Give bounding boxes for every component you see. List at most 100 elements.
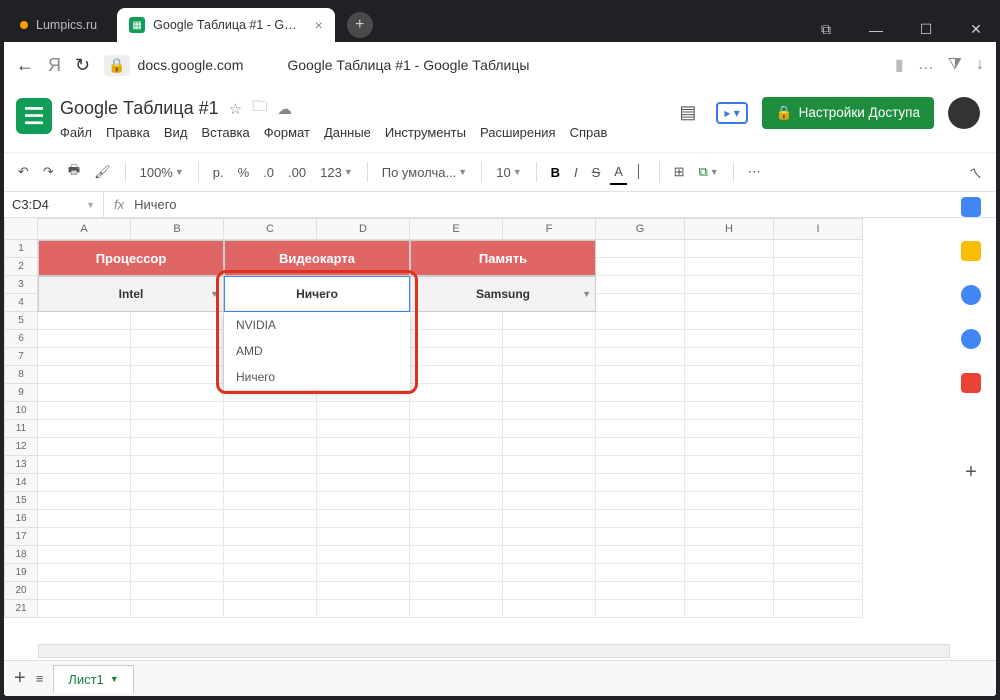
cell[interactable]	[503, 438, 596, 456]
sheet-menu-icon[interactable]: ▼	[110, 674, 119, 684]
cell[interactable]	[131, 384, 224, 402]
menu-tools[interactable]: Инструменты	[385, 125, 466, 140]
cell[interactable]	[131, 474, 224, 492]
cell[interactable]	[224, 402, 317, 420]
cell[interactable]	[224, 546, 317, 564]
minimize-button[interactable]: ―	[860, 22, 892, 38]
cell[interactable]	[685, 564, 774, 582]
dropdown-list[interactable]: NVIDIA AMD Ничего	[224, 312, 410, 390]
cell[interactable]	[224, 438, 317, 456]
cell[interactable]	[774, 582, 863, 600]
cell[interactable]	[596, 474, 685, 492]
menu-edit[interactable]: Правка	[106, 125, 150, 140]
row-header[interactable]: 18	[4, 546, 38, 564]
cell[interactable]	[131, 510, 224, 528]
cell[interactable]	[131, 366, 224, 384]
dropdown-option[interactable]: AMD	[224, 338, 410, 364]
yandex-icon[interactable]: Я	[48, 55, 61, 76]
cell[interactable]	[774, 384, 863, 402]
cell[interactable]	[503, 564, 596, 582]
cell[interactable]	[38, 402, 131, 420]
cell[interactable]	[503, 312, 596, 330]
cell[interactable]	[596, 330, 685, 348]
cell[interactable]	[685, 330, 774, 348]
cell[interactable]	[38, 582, 131, 600]
cell[interactable]	[38, 546, 131, 564]
dropdown-arrow-icon[interactable]: ▼	[210, 289, 219, 299]
cell[interactable]	[774, 276, 863, 294]
cloud-icon[interactable]: ☁	[277, 100, 292, 118]
cell[interactable]	[596, 420, 685, 438]
paint-format-button[interactable]: 🖌	[90, 160, 115, 184]
percent-button[interactable]: %	[234, 161, 254, 184]
cell[interactable]	[596, 528, 685, 546]
cell[interactable]	[774, 366, 863, 384]
cell[interactable]	[38, 438, 131, 456]
cell[interactable]	[774, 240, 863, 258]
cell[interactable]	[131, 582, 224, 600]
cell[interactable]	[503, 600, 596, 618]
cell[interactable]	[503, 330, 596, 348]
cell[interactable]	[317, 546, 410, 564]
row-header[interactable]: 5	[4, 312, 38, 330]
window-close-button[interactable]: ✕	[960, 21, 992, 38]
cell[interactable]	[131, 456, 224, 474]
number-format-select[interactable]: 123▼	[316, 161, 357, 184]
more-toolbar-button[interactable]: ⋯	[744, 160, 765, 184]
row-header[interactable]: 10	[4, 402, 38, 420]
cell[interactable]	[774, 474, 863, 492]
cell[interactable]	[131, 420, 224, 438]
share-button[interactable]: 🔒 Настройки Доступа	[762, 97, 934, 129]
cell[interactable]	[38, 474, 131, 492]
row-header[interactable]: 12	[4, 438, 38, 456]
cell[interactable]	[685, 294, 774, 312]
cell[interactable]	[317, 420, 410, 438]
cell[interactable]	[685, 312, 774, 330]
horizontal-scrollbar[interactable]	[38, 644, 950, 658]
cell[interactable]	[410, 366, 503, 384]
cell[interactable]	[503, 456, 596, 474]
row-header[interactable]: 6	[4, 330, 38, 348]
formula-input[interactable]: Ничего	[134, 197, 176, 212]
text-color-button[interactable]: A	[610, 160, 627, 185]
cell[interactable]	[317, 456, 410, 474]
cell[interactable]	[685, 366, 774, 384]
more-icon[interactable]: …	[918, 56, 934, 74]
cell[interactable]	[774, 546, 863, 564]
cell[interactable]	[224, 600, 317, 618]
col-header[interactable]: D	[317, 218, 410, 240]
cell[interactable]	[685, 546, 774, 564]
cell[interactable]	[774, 492, 863, 510]
col-header[interactable]: A	[38, 218, 131, 240]
cell[interactable]	[596, 438, 685, 456]
cell[interactable]	[410, 600, 503, 618]
cell[interactable]	[410, 582, 503, 600]
header-processor[interactable]: Процессор	[38, 240, 224, 276]
tab-close-icon[interactable]: ×	[315, 17, 323, 33]
dropdown-option[interactable]: NVIDIA	[224, 312, 410, 338]
row-header[interactable]: 21	[4, 600, 38, 618]
present-icon[interactable]: ▸ ▾	[716, 102, 747, 124]
tasks-icon[interactable]	[961, 285, 981, 305]
cell[interactable]	[774, 258, 863, 276]
col-header[interactable]: H	[685, 218, 774, 240]
row-header[interactable]: 11	[4, 420, 38, 438]
row-header[interactable]: 4	[4, 294, 38, 312]
cell[interactable]	[503, 402, 596, 420]
cell[interactable]	[131, 600, 224, 618]
cell[interactable]	[596, 510, 685, 528]
cell[interactable]	[685, 348, 774, 366]
collapse-toolbar-icon[interactable]: ㄟ	[965, 159, 986, 186]
new-tab-button[interactable]: +	[347, 12, 373, 38]
italic-button[interactable]: I	[570, 161, 582, 184]
cell[interactable]	[131, 348, 224, 366]
menu-help[interactable]: Справ	[570, 125, 608, 140]
cell[interactable]	[131, 330, 224, 348]
cell-memory-value[interactable]: Samsung▼	[410, 276, 596, 312]
cell[interactable]	[131, 546, 224, 564]
move-icon[interactable]: 🗀	[252, 96, 267, 121]
cell[interactable]	[410, 564, 503, 582]
browser-tab-active[interactable]: ▦ Google Таблица #1 - G… ×	[117, 8, 335, 42]
cell[interactable]	[224, 492, 317, 510]
keep-icon[interactable]	[961, 241, 981, 261]
